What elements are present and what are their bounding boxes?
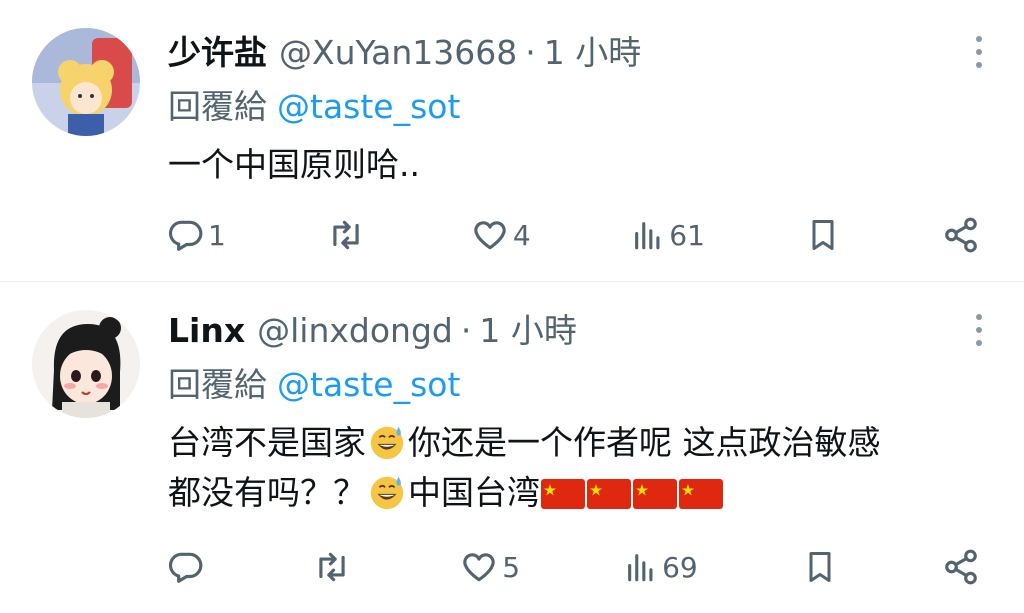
tweet-text-segment: 都没有吗？？	[168, 473, 366, 512]
retweet-button[interactable]	[312, 548, 356, 586]
china-flag-emoji	[587, 479, 631, 509]
mention-link[interactable]: @taste_sot	[277, 365, 460, 404]
reply-context: 回覆給 @taste_sot	[168, 358, 460, 406]
user-handle[interactable]: @linxdongd	[257, 311, 453, 350]
bar-chart-icon	[635, 222, 660, 250]
reply-count: 1	[208, 218, 226, 252]
tweet-header: 少许盐 @XuYan13668 · 1 小時	[168, 26, 641, 74]
display-name[interactable]: 少许盐	[168, 26, 267, 74]
share-icon	[945, 217, 977, 253]
like-count: 4	[512, 218, 531, 252]
reply-prefix: 回覆給	[168, 365, 267, 404]
avatar[interactable]	[32, 28, 140, 136]
bar-chart-icon	[628, 554, 653, 582]
timestamp[interactable]: 1 小時	[544, 26, 642, 74]
share-icon	[945, 549, 977, 585]
tweet-header: Linx @linxdongd · 1 小時	[168, 304, 577, 352]
speech-bubble-icon	[168, 220, 203, 251]
retweet-button[interactable]	[326, 216, 370, 254]
tweet-text: 一个中国原则哈..	[168, 140, 998, 190]
tweet-text-segment: 台湾不是国家	[168, 423, 366, 462]
bookmark-icon	[809, 552, 831, 582]
share-button[interactable]	[942, 216, 980, 254]
views-button[interactable]: 61	[631, 218, 705, 252]
action-bar: 1 4 61	[166, 216, 980, 254]
heart-outline-icon	[474, 221, 506, 250]
more-options-button[interactable]	[974, 314, 984, 346]
vertical-dots-icon	[976, 314, 982, 320]
more-options-button[interactable]	[974, 36, 984, 68]
bookmark-button[interactable]	[805, 216, 841, 254]
tweet-text-line: 一个中国原则哈..	[168, 145, 420, 184]
tweet-text: 台湾不是国家 你还是一个作者呢 这点政治敏感都没有吗？？ 中国台湾	[168, 418, 998, 518]
share-button[interactable]	[942, 548, 980, 586]
tweet-2[interactable]: Linx @linxdongd · 1 小時 回覆給 @taste_sot 台湾不…	[0, 282, 1024, 585]
like-count: 5	[502, 550, 521, 584]
bookmark-button[interactable]	[802, 548, 838, 586]
tweet-text-segment: 你还是一个作者呢 这点政治敏感	[408, 423, 881, 462]
bookmark-icon	[812, 220, 834, 250]
tweet-text-segment: 中国台湾	[408, 473, 540, 512]
heart-outline-icon	[463, 553, 495, 582]
reply-button[interactable]	[166, 548, 208, 586]
timestamp[interactable]: 1 小時	[479, 304, 577, 352]
reply-button[interactable]: 1	[166, 216, 226, 254]
speech-bubble-icon	[168, 552, 203, 583]
grinning-sweat-emoji	[370, 476, 404, 510]
view-count: 69	[662, 550, 698, 584]
china-flag-emoji	[541, 479, 585, 509]
china-flag-emoji	[633, 479, 677, 509]
tweet-1[interactable]: 少许盐 @XuYan13668 · 1 小時 回覆給 @taste_sot 一个中…	[0, 0, 1024, 281]
action-bar: 5 69	[166, 548, 980, 586]
grinning-sweat-emoji	[370, 426, 404, 460]
retweet-arrows-icon	[333, 220, 360, 250]
mention-link[interactable]: @taste_sot	[277, 87, 460, 126]
reply-context: 回覆給 @taste_sot	[168, 80, 460, 128]
like-button[interactable]: 4	[471, 216, 531, 254]
avatar[interactable]	[32, 310, 140, 418]
views-button[interactable]: 69	[624, 550, 698, 584]
display-name[interactable]: Linx	[168, 311, 245, 350]
view-count: 61	[669, 218, 705, 252]
china-flag-emoji	[679, 479, 723, 509]
like-button[interactable]: 5	[460, 548, 520, 586]
separator-dot: ·	[460, 311, 472, 350]
vertical-dots-icon	[976, 36, 982, 42]
retweet-arrows-icon	[319, 552, 345, 582]
separator-dot: ·	[525, 33, 536, 72]
reply-prefix: 回覆給	[168, 87, 267, 126]
user-handle[interactable]: @XuYan13668	[279, 33, 517, 72]
